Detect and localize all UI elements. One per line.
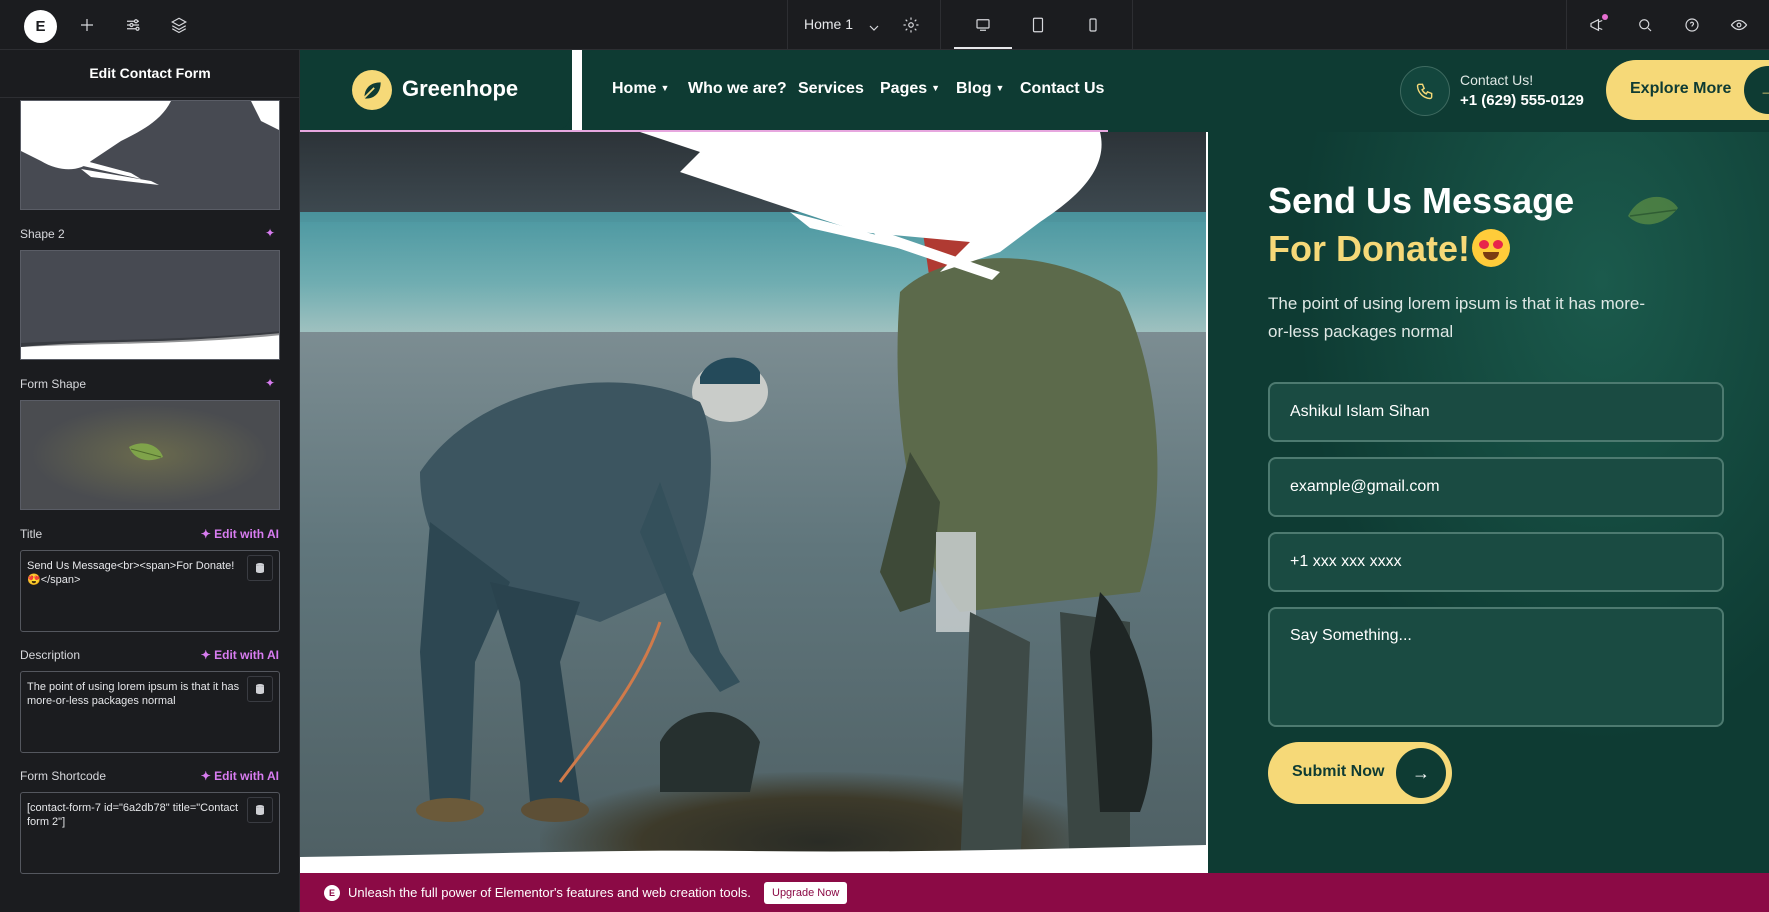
announcements-icon[interactable] — [1584, 12, 1610, 38]
nav-contact-us[interactable]: Contact Us — [1020, 80, 1104, 98]
tablet-icon[interactable] — [1025, 12, 1051, 38]
form-title-line2: For Donate! — [1268, 228, 1510, 270]
notification-dot — [1602, 14, 1608, 20]
heart-eyes-emoji-icon — [1472, 229, 1510, 267]
divider — [940, 0, 941, 49]
edit-with-ai-label: Edit with AI — [214, 527, 279, 541]
explore-more-label: Explore More — [1630, 80, 1732, 97]
nav-blog-label: Blog — [956, 80, 992, 97]
sparkle-icon: ✦ — [200, 527, 215, 541]
shortcode-label: Form Shortcode — [20, 769, 107, 783]
phone-field[interactable]: +1 xxx xxx xxxx — [1268, 532, 1724, 592]
database-icon[interactable] — [247, 676, 273, 702]
edit-with-ai-label: Edit with AI — [214, 769, 279, 783]
promo-bar: E Unleash the full power of Elementor's … — [300, 873, 1769, 912]
help-icon[interactable] — [1679, 12, 1705, 38]
editor-topbar: E Home 1 — [0, 0, 1769, 50]
description-textarea[interactable]: The point of using lorem ipsum is that i… — [20, 671, 280, 753]
divider — [1566, 0, 1567, 49]
title-label: Title — [20, 527, 43, 541]
search-icon[interactable] — [1632, 12, 1658, 38]
phone-icon[interactable] — [1400, 66, 1450, 116]
sparkle-icon: ✦ — [200, 648, 215, 662]
nav-services[interactable]: Services — [798, 80, 864, 98]
panel-title: Edit Contact Form — [0, 50, 300, 98]
nav-bar: Home ▼ Who we are? Services Pages ▼ Blog ▼ … — [582, 50, 1769, 130]
site-header: Greenhope Home ▼ Who we are? Services Pag… — [300, 50, 1769, 130]
shortcode-textarea[interactable]: [contact-form-7 id="6a2db78" title="Cont… — [20, 792, 280, 874]
promo-text: Unleash the full power of Elementor's fe… — [348, 885, 751, 900]
contact-label: Contact Us! — [1460, 72, 1534, 88]
edit-with-ai-link[interactable]: ✦ Edit with AI — [201, 648, 279, 662]
paint-bottom-shape — [300, 845, 1206, 873]
caret-down-icon: ▼ — [995, 83, 1005, 93]
form-shape-preview[interactable] — [20, 400, 280, 510]
shape2-label: Shape 2 — [20, 227, 65, 241]
preview-eye-icon[interactable] — [1726, 12, 1752, 38]
nav-home[interactable]: Home ▼ — [612, 80, 669, 98]
submit-button[interactable]: Submit Now → — [1268, 742, 1452, 804]
photo-person-left — [416, 357, 768, 822]
layers-icon[interactable] — [166, 12, 192, 38]
hero-photo — [300, 132, 1208, 873]
shape1-preview[interactable] — [20, 100, 280, 210]
nav-blog[interactable]: Blog ▼ — [956, 80, 1004, 98]
page-selector-group: Home 1 — [787, 0, 1133, 49]
add-icon[interactable] — [74, 12, 100, 38]
email-field[interactable]: example@gmail.com — [1268, 457, 1724, 517]
sparkle-icon[interactable]: ✦ — [265, 226, 279, 240]
database-icon[interactable] — [247, 555, 273, 581]
sparkle-icon: ✦ — [200, 769, 215, 783]
elementor-logo-icon[interactable]: E — [24, 10, 57, 43]
submit-label: Submit Now — [1292, 763, 1385, 780]
elementor-logo-icon: E — [324, 885, 340, 901]
page-name[interactable]: Home 1 — [804, 16, 853, 32]
form-description: The point of using lorem ipsum is that i… — [1268, 294, 1645, 341]
editor-panel: Edit Contact Form Shape 2 ✦ Form Shape ✦… — [0, 50, 300, 912]
name-field[interactable]: Ashikul Islam Sihan — [1268, 382, 1724, 442]
form-title-highlight: For Donate! — [1268, 228, 1470, 269]
title-textarea[interactable]: Send Us Message<br><span>For Donate!😍</s… — [20, 550, 280, 632]
upgrade-now-button[interactable]: Upgrade Now — [764, 882, 848, 904]
arrow-right-icon: → — [1396, 748, 1446, 798]
edit-with-ai-link[interactable]: ✦ Edit with AI — [201, 769, 279, 783]
edit-with-ai-link[interactable]: ✦ Edit with AI — [201, 527, 279, 541]
site-preview: Greenhope Home ▼ Who we are? Services Pag… — [300, 50, 1769, 873]
edit-with-ai-label: Edit with AI — [214, 648, 279, 662]
message-field[interactable]: Say Something... — [1268, 607, 1724, 727]
desktop-icon[interactable] — [970, 12, 996, 38]
description-label: Description — [20, 648, 81, 662]
shape2-preview[interactable] — [20, 250, 280, 360]
form-title-line1: Send Us Message — [1268, 180, 1575, 221]
chevron-down-icon[interactable] — [860, 14, 880, 34]
nav-home-label: Home — [612, 80, 657, 97]
leaf-logo-icon[interactable] — [352, 70, 392, 110]
logo-block: Greenhope — [300, 50, 570, 130]
site-logo-text[interactable]: Greenhope — [402, 76, 518, 102]
contact-form-section: Send Us Message For Donate! The point of… — [1210, 132, 1769, 873]
sparkle-icon[interactable]: ✦ — [265, 376, 279, 390]
form-shape-label: Form Shape — [20, 377, 87, 391]
leaf-icon — [1628, 196, 1678, 225]
nav-pages[interactable]: Pages ▼ — [880, 80, 940, 98]
page-settings-icon[interactable] — [898, 12, 924, 38]
nav-who-we-are[interactable]: Who we are? — [688, 80, 787, 98]
mobile-icon[interactable] — [1080, 12, 1106, 38]
nav-pages-label: Pages — [880, 80, 928, 97]
header-divider — [572, 50, 582, 130]
settings-sliders-icon[interactable] — [120, 12, 146, 38]
caret-down-icon: ▼ — [660, 83, 670, 93]
contact-phone[interactable]: +1 (629) 555-0129 — [1460, 92, 1584, 109]
arrow-right-icon: → — [1744, 66, 1769, 114]
database-icon[interactable] — [247, 797, 273, 823]
explore-more-button[interactable]: Explore More → — [1606, 60, 1769, 120]
paint-splash-shape — [640, 132, 1102, 280]
caret-down-icon: ▼ — [931, 83, 941, 93]
